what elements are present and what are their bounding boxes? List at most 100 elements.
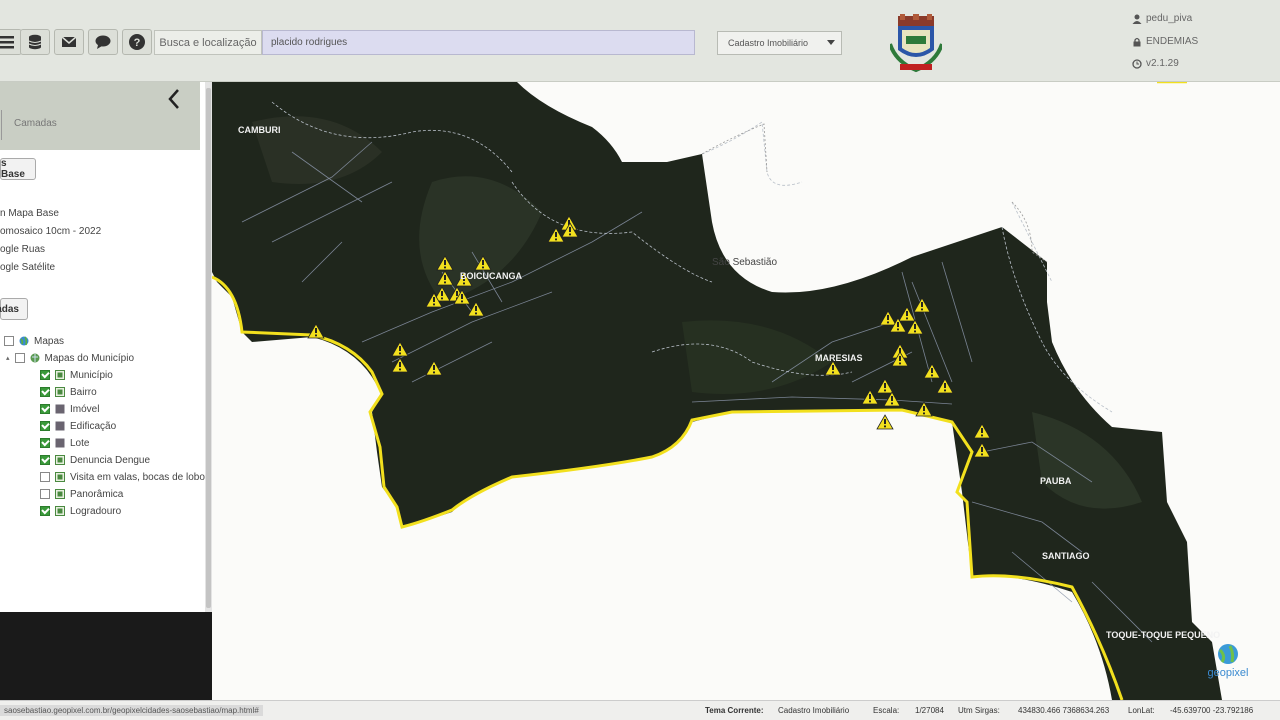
email-button[interactable] [54,29,84,55]
layer-checkbox[interactable] [4,336,14,346]
svg-text:?: ? [134,37,141,49]
lonlat-label: LonLat: [1128,706,1155,715]
layer-row-municipio[interactable]: Município [40,367,113,383]
dengue-alert-icon[interactable] [425,360,443,376]
dengue-alert-icon[interactable] [898,306,916,322]
layer-icon [55,489,65,499]
dengue-alert-icon[interactable] [973,423,991,439]
layers-button[interactable]: adas [0,298,28,320]
dengue-alert-icon[interactable] [913,297,931,313]
chevron-down-icon [827,40,835,45]
dengue-alert-icon[interactable] [879,310,897,326]
layer-label: Imóvel [70,403,100,415]
menu-icon [0,36,14,49]
layer-row-edificacao[interactable]: Edificação [40,418,116,434]
user-icon [1132,14,1142,24]
place-label-sao-sebastiao: São Sebastião [712,257,778,268]
database-button[interactable] [20,29,50,55]
layer-checkbox[interactable] [40,489,50,499]
layer-checkbox[interactable] [40,421,50,431]
dengue-alert-icon[interactable] [391,357,409,373]
layer-icon [55,455,65,465]
map-canvas[interactable]: CAMBURI BOICUCANGA São Sebastião MARESIA… [212,82,1280,700]
layer-row-mapas-municipio[interactable]: ▴ Mapas do Município [6,350,134,366]
sidebar-tab[interactable] [0,110,2,140]
layer-label: Denuncia Dengue [70,454,151,466]
help-button[interactable]: ? [122,29,152,55]
dengue-alert-layer [307,215,991,458]
layer-checkbox[interactable] [40,438,50,448]
globe-icon [19,336,29,346]
app-version-label: v2.1.29 [1146,58,1179,69]
layer-row-denuncia-dengue[interactable]: Denuncia Dengue [40,452,150,468]
dengue-alert-icon[interactable] [876,378,894,394]
layer-checkbox[interactable] [40,404,50,414]
tema-select[interactable]: Cadastro Imobiliário [717,31,842,55]
dengue-alert-icon[interactable] [973,442,991,458]
layer-row-visita-valas[interactable]: Visita em valas, bocas de lobo [40,469,205,485]
dengue-alert-icon[interactable] [876,414,894,430]
layer-checkbox[interactable] [40,387,50,397]
base-map-item[interactable]: omosaico 10cm - 2022 [0,226,101,237]
expand-arrow-icon[interactable]: ▴ [6,354,10,362]
layer-row-mapas[interactable]: Mapas [4,333,64,349]
dengue-alert-icon[interactable] [436,270,454,286]
top-toolbar: ? Busca e localização Cadastro Imobiliár… [0,0,1280,82]
envelope-icon [61,36,77,47]
status-bar: saosebastiao.geopixel.com.br/geopixelcid… [0,700,1280,720]
layer-checkbox[interactable] [40,506,50,516]
municipal-coat-of-arms-logo [890,14,942,73]
lock-icon [1133,37,1141,46]
layer-checkbox[interactable] [14,353,25,363]
place-label-toque-toque: TOQUE-TOQUE PEQUENO [1106,630,1221,640]
chat-bubble-icon [95,35,111,49]
chevron-left-icon[interactable] [166,88,182,110]
layer-checkbox[interactable] [40,370,50,380]
base-maps-button[interactable]: s Base [0,158,36,180]
layer-label: Lote [70,437,90,449]
dengue-alert-icon[interactable] [861,389,879,405]
dengue-alert-icon[interactable] [883,391,901,407]
user-name[interactable]: pedu_piva [1132,13,1192,24]
tema-select-value: Cadastro Imobiliário [728,38,809,48]
base-map-item[interactable]: ogle Ruas [0,244,45,255]
layer-row-panoramica[interactable]: Panorâmica [40,486,123,502]
sidebar-scrollbar-thumb[interactable] [206,88,211,608]
layer-checkbox[interactable] [40,455,50,465]
base-map-item[interactable]: n Mapa Base [0,208,59,219]
layer-row-lote[interactable]: Lote [40,435,89,451]
utm-value: 434830.466 7368634.263 [1018,706,1110,715]
layer-row-logradouro[interactable]: Logradouro [40,503,121,519]
layer-label: Logradouro [70,505,122,517]
place-label-pauba: PAUBA [1040,476,1072,486]
geopixel-logo: geopixel [1208,644,1248,679]
lonlat-value: -45.639700 -23.792186 [1170,706,1254,715]
search-input[interactable] [262,30,695,55]
layer-row-bairro[interactable]: Bairro [40,384,97,400]
search-label: Busca e localização [154,30,262,55]
sidebar-title: Camadas [14,118,57,129]
layer-label: Edificação [70,420,117,432]
dengue-alert-icon[interactable] [474,255,492,271]
layer-icon [55,370,65,380]
layer-checkbox[interactable] [40,472,50,482]
dengue-alert-icon[interactable] [824,360,842,376]
square-icon [55,438,65,448]
dengue-alert-icon[interactable] [436,255,454,271]
layer-icon [55,506,65,516]
dengue-alert-icon[interactable] [906,319,924,335]
dengue-alert-icon[interactable] [915,401,933,417]
base-map-item[interactable]: ogle Satélite [0,262,55,273]
dengue-alert-icon[interactable] [307,323,325,339]
dengue-alert-icon[interactable] [936,378,954,394]
dengue-alert-icon[interactable] [923,363,941,379]
layer-label: Município [70,369,113,381]
menu-button[interactable] [0,29,22,55]
layer-row-imovel[interactable]: Imóvel [40,401,99,417]
chat-button[interactable] [88,29,118,55]
layer-label: Mapas [34,335,65,347]
layer-icon [55,472,65,482]
user-group-label: ENDEMIAS [1146,36,1199,47]
database-icon [28,34,42,50]
dengue-alert-icon[interactable] [391,341,409,357]
